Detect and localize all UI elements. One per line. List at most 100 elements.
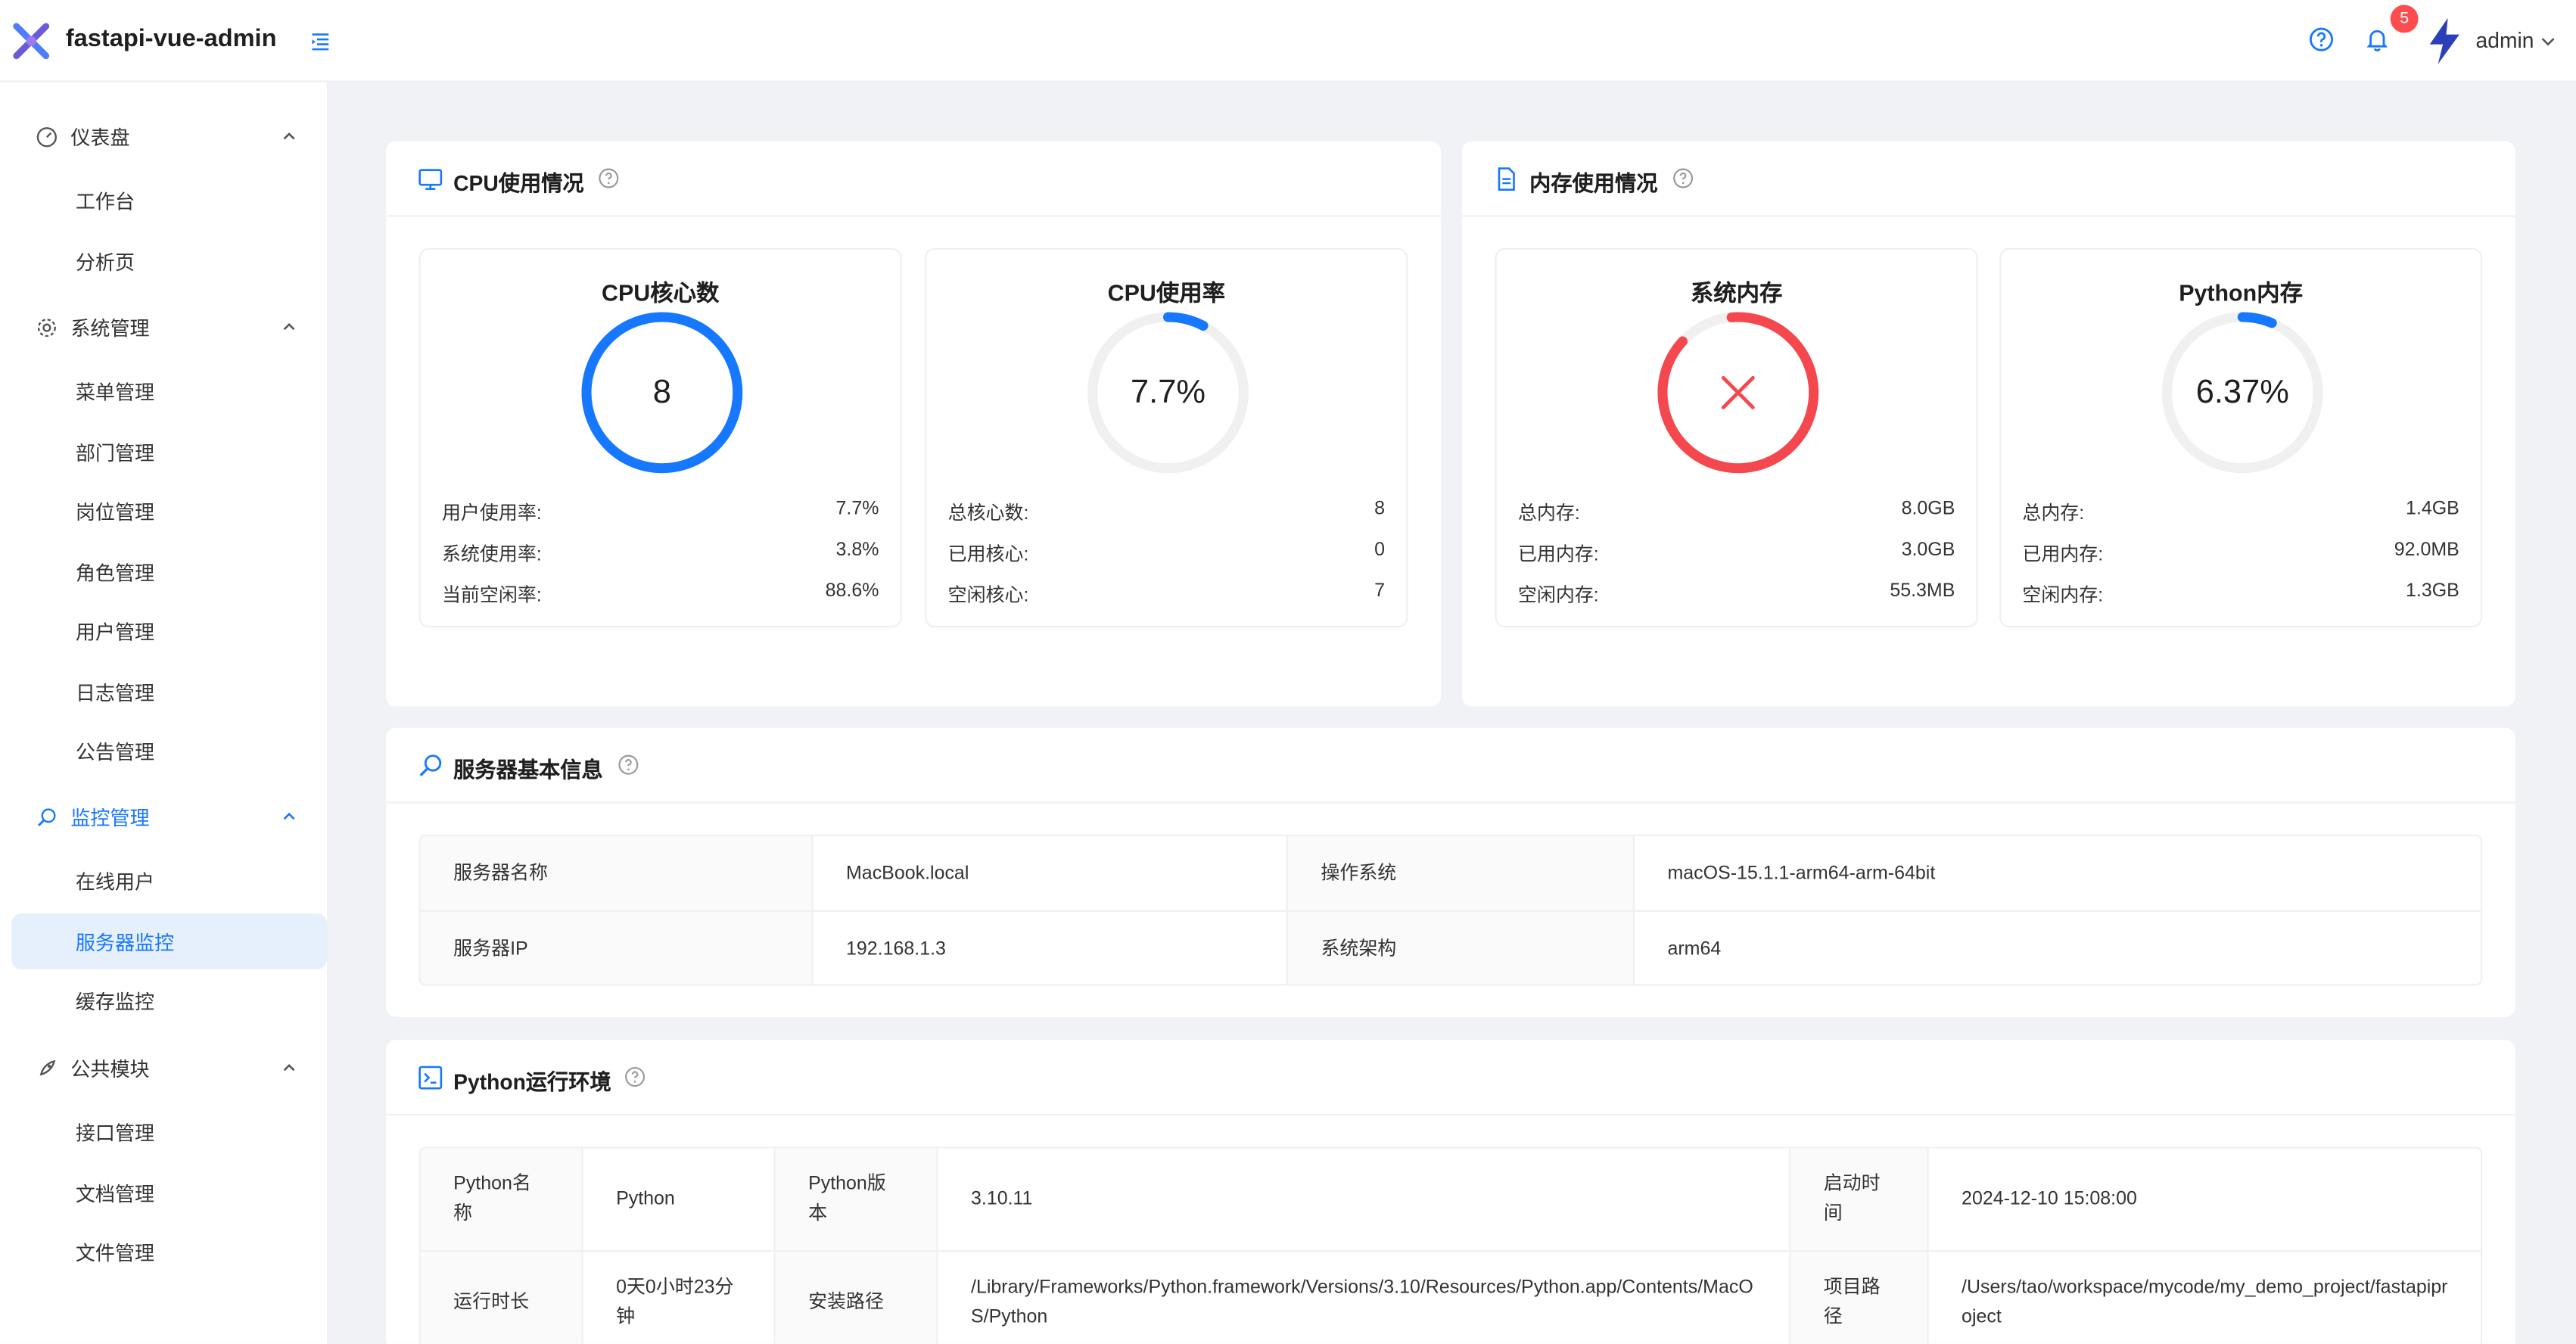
chevron-up-icon: [283, 812, 295, 820]
stat-title: CPU使用率: [1107, 279, 1226, 306]
menu-collapse-icon[interactable]: [309, 30, 331, 52]
table-label: Python版本: [775, 1148, 938, 1252]
stat-label: 用户使用率:: [441, 504, 542, 524]
sidebar-group-system[interactable]: 系统管理: [0, 297, 328, 356]
stat-value: 92.0MB: [2394, 540, 2459, 561]
table-label: 项目路径: [1790, 1252, 1929, 1344]
sidebar-item-positions[interactable]: 岗位管理: [11, 483, 327, 539]
server-info-table: 服务器名称 MacBook.local 操作系统 macOS-15.1.1-ar…: [418, 834, 2483, 986]
chevron-up-icon: [283, 132, 295, 140]
table-value: 192.168.1.3: [814, 911, 1288, 985]
stat-label: 已用核心:: [947, 545, 1029, 565]
sidebar-item-departments[interactable]: 部门管理: [11, 424, 327, 480]
stat-value: 7: [1374, 581, 1386, 602]
stat-value: 55.3MB: [1890, 581, 1955, 602]
stat-row: 当前空闲率: 88.6%: [442, 581, 879, 608]
top-header: fastapi-vue-admin 5 admin: [0, 0, 2576, 82]
stat-label: 当前空闲率:: [441, 586, 542, 607]
stat-title: CPU核心数: [602, 279, 720, 306]
system-memory-box: 系统内存 总内存: 8.0GB 已用内存: 3.0GB 空闲内存: 55.3MB: [1495, 247, 1978, 628]
gauge-value: 6.37%: [2195, 373, 2289, 410]
stat-value: 0: [1374, 540, 1386, 561]
chevron-down-icon[interactable]: [2540, 33, 2556, 49]
question-icon[interactable]: [598, 167, 619, 188]
sidebar-item-server-monitor[interactable]: 服务器监控: [11, 913, 328, 969]
question-icon[interactable]: [618, 754, 639, 775]
sidebar-item-roles[interactable]: 角色管理: [11, 544, 327, 600]
gauge-value: 8: [652, 373, 671, 410]
table-value: 3.10.11: [938, 1148, 1791, 1252]
table-value: 2024-12-10 15:08:00: [1928, 1148, 2481, 1252]
user-name[interactable]: admin: [2476, 28, 2534, 53]
bell-icon[interactable]: [2364, 26, 2391, 53]
stat-value: 3.8%: [835, 540, 879, 561]
table-label: 操作系统: [1287, 835, 1635, 912]
stat-title: 系统内存: [1690, 279, 1783, 306]
card-title: 服务器基本信息: [453, 757, 603, 782]
dashboard-icon: [36, 126, 58, 147]
card-header: CPU使用情况: [386, 142, 1441, 217]
sidebar-item-files[interactable]: 文件管理: [11, 1224, 327, 1280]
table-value: arm64: [1667, 939, 1722, 960]
notification-badge: 5: [2390, 5, 2419, 33]
sidebar-group-monitor[interactable]: 监控管理: [0, 787, 328, 846]
system-memory-gauge: [1657, 312, 1819, 474]
stat-value: 3.0GB: [1901, 540, 1955, 561]
stat-row: 空闲内存: 55.3MB: [1518, 581, 1955, 608]
sidebar-group-label: 公共模块: [70, 1056, 150, 1081]
sidebar-group-label: 监控管理: [70, 805, 150, 829]
table-value: MacBook.local: [813, 835, 1288, 912]
close-icon: [1721, 375, 1755, 409]
help-icon[interactable]: [2308, 26, 2335, 53]
table-value: /Library/Frameworks/Python.framework/Ver…: [938, 1252, 1791, 1344]
cpu-cores-box: CPU核心数 8 用户使用率: 7.7% 系统使用率: 3.8% 当前空闲率: 88.…: [418, 247, 902, 628]
sidebar-item-api[interactable]: 接口管理: [11, 1104, 327, 1160]
table-label: 服务器名称: [420, 835, 814, 912]
sidebar-group-label: 仪表盘: [70, 126, 130, 149]
terminal-icon: [418, 1066, 443, 1090]
python-env-card: Python运行环境 Python名称 Python Python版本 3.10…: [386, 1040, 2515, 1344]
table-label: 启动时间: [1790, 1148, 1929, 1252]
card-header: 服务器基本信息: [386, 728, 2515, 804]
question-icon[interactable]: [1672, 167, 1694, 188]
stat-value: 1.3GB: [2406, 581, 2459, 602]
table-value: Python: [583, 1148, 776, 1252]
search-icon: [419, 754, 442, 776]
stat-label: 已用内存:: [1517, 545, 1599, 565]
table-label: 安装路径: [775, 1252, 938, 1344]
sidebar-group-dashboard[interactable]: 仪表盘: [0, 107, 328, 166]
stat-row: 用户使用率: 7.7%: [442, 499, 879, 526]
stat-row: 已用内存: 3.0GB: [1518, 540, 1955, 567]
server-info-card: 服务器基本信息 服务器名称 MacBook.local 操作系统 macOS-1…: [386, 727, 2515, 1017]
sidebar-item-workbench[interactable]: 工作台: [11, 173, 327, 229]
card-header: 内存使用情况: [1462, 142, 2515, 217]
stat-row: 已用内存: 92.0MB: [2022, 540, 2459, 567]
sidebar-item-users[interactable]: 用户管理: [11, 603, 327, 659]
table-value: /Users/tao/workspace/mycode/my_demo_proj…: [1929, 1252, 2481, 1344]
stat-value: 1.4GB: [2406, 499, 2459, 520]
table-label: 运行时长: [420, 1252, 583, 1344]
gear-icon: [37, 317, 56, 337]
monitor-search-icon: [38, 807, 56, 826]
stat-value: 7.7%: [835, 499, 879, 520]
python-env-table: Python名称 Python Python版本 3.10.11 启动时间 20…: [418, 1146, 2483, 1344]
sidebar-item-menus[interactable]: 菜单管理: [11, 363, 327, 419]
question-icon[interactable]: [624, 1066, 646, 1087]
sidebar-item-online-users[interactable]: 在线用户: [11, 853, 327, 909]
card-header: Python运行环境: [386, 1040, 2515, 1116]
sidebar: 仪表盘 工作台 分析页 系统管理 菜单管理 部门管理 岗位管理 角色管理 用户管…: [0, 82, 329, 1344]
stat-row: 系统使用率: 3.8%: [442, 540, 879, 567]
stat-label: 系统使用率:: [441, 545, 542, 565]
sidebar-item-analysis[interactable]: 分析页: [11, 233, 327, 289]
stat-label: 已用内存:: [2022, 545, 2104, 565]
cpu-usage-box: CPU使用率 7.7% 总核心数: 8 已用核心: 0 空闲核心: 7: [925, 247, 1408, 628]
sidebar-item-notices[interactable]: 公告管理: [11, 723, 327, 779]
sidebar-item-docs[interactable]: 文档管理: [11, 1165, 327, 1221]
stat-label: 总内存:: [2022, 504, 2085, 524]
stat-label: 总核心数:: [947, 504, 1029, 524]
avatar[interactable]: [2423, 17, 2466, 66]
app-logo-icon: [13, 23, 50, 60]
sidebar-group-common[interactable]: 公共模块: [0, 1038, 328, 1097]
sidebar-item-logs[interactable]: 日志管理: [11, 664, 327, 720]
sidebar-item-cache-monitor[interactable]: 缓存监控: [11, 972, 327, 1028]
